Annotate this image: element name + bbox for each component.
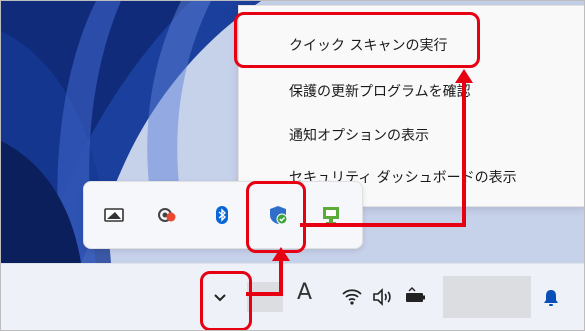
windows-security-icon[interactable] (267, 204, 289, 226)
screenshot-frame: クイック スキャンの実行 保護の更新プログラムを確認 通知オプションの表示 セキ… (0, 0, 585, 331)
hidden-icons-flyout (83, 181, 363, 249)
clock-area (443, 276, 531, 318)
ime-label: A (297, 280, 313, 305)
speaker-icon[interactable] (371, 286, 393, 308)
menu-item-check-updates[interactable]: 保護の更新プログラムを確認 (239, 70, 584, 112)
notification-bell-icon[interactable] (541, 288, 561, 308)
menu-item-quick-scan[interactable]: クイック スキャンの実行 (239, 24, 584, 66)
bluetooth-icon[interactable] (211, 204, 233, 226)
menu-item-label: クイック スキャンの実行 (289, 38, 448, 54)
security-context-menu: クイック スキャンの実行 保護の更新プログラムを確認 通知オプションの表示 セキ… (238, 5, 584, 207)
arrow-up-icon (455, 68, 473, 83)
menu-item-label: 通知オプションの表示 (289, 128, 429, 144)
connector-line (300, 223, 466, 227)
chevron-up-icon[interactable] (207, 284, 233, 310)
ime-indicator[interactable]: A (297, 280, 312, 305)
connector-line (246, 292, 283, 296)
connector-line (279, 257, 283, 296)
hidden-taskbar-area (247, 282, 283, 312)
network-status-icon[interactable] (156, 204, 178, 226)
taskbar: A (1, 263, 584, 330)
connector-line (462, 81, 466, 227)
menu-item-notification-options[interactable]: 通知オプションの表示 (239, 114, 584, 156)
menu-item-label: 保護の更新プログラムを確認 (289, 84, 471, 100)
display-icon[interactable] (103, 204, 125, 226)
battery-icon[interactable] (403, 286, 427, 308)
arrow-up-icon (272, 246, 290, 261)
wifi-icon[interactable] (341, 286, 363, 308)
